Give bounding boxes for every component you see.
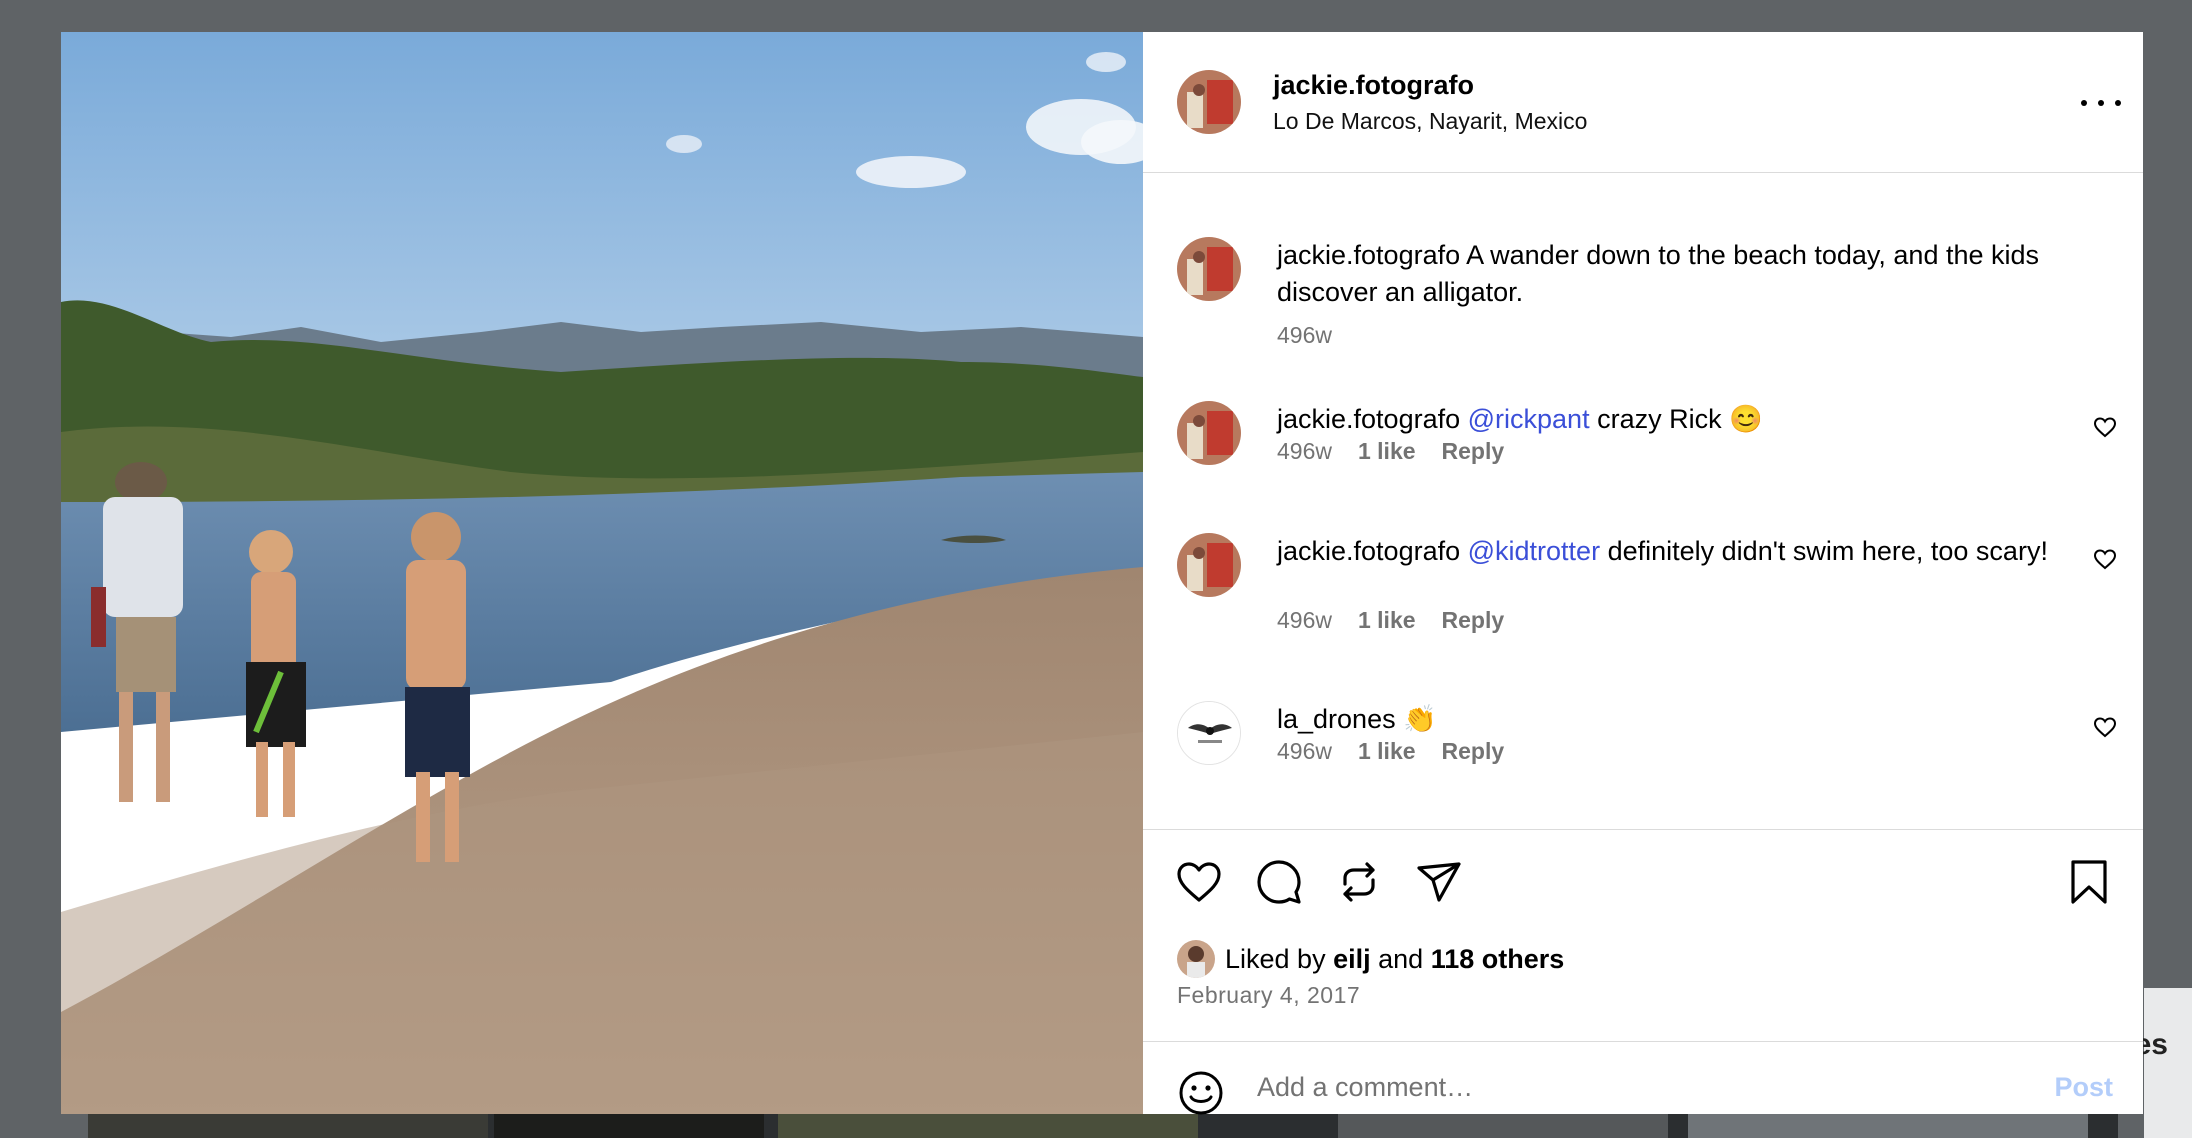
comment-text: definitely didn't swim here, too scary! bbox=[1607, 536, 2048, 566]
comment-time[interactable]: 496w bbox=[1277, 738, 1332, 765]
comment-username[interactable]: jackie.fotografo bbox=[1277, 404, 1460, 434]
la-drones-avatar[interactable] bbox=[1177, 701, 1241, 765]
send-icon[interactable] bbox=[1415, 858, 1463, 906]
comments-list: jackie.fotografo A wander down to the be… bbox=[1143, 173, 2143, 828]
liker-username[interactable]: eilj bbox=[1333, 944, 1371, 975]
likes-summary: Liked by eilj and 118 others bbox=[1177, 940, 1564, 978]
author-username[interactable]: jackie.fotografo bbox=[1273, 70, 1474, 101]
caption-avatar[interactable] bbox=[1177, 237, 1241, 301]
more-horizontal-icon[interactable] bbox=[2081, 88, 2121, 118]
comment-heart-icon[interactable] bbox=[2093, 547, 2117, 571]
add-comment-bar: Post bbox=[1143, 1041, 2143, 1115]
background-panel bbox=[2144, 988, 2192, 1138]
comment-likes[interactable]: 1 like bbox=[1358, 738, 1416, 765]
comment-time[interactable]: 496w bbox=[1277, 438, 1332, 465]
reply-button[interactable]: Reply bbox=[1442, 738, 1505, 765]
post-header: jackie.fotografo Lo De Marcos, Nayarit, … bbox=[1143, 32, 2143, 173]
comment-text: 👏 bbox=[1403, 704, 1437, 734]
post-photo bbox=[61, 32, 1143, 1114]
comment-username[interactable]: jackie.fotografo bbox=[1277, 536, 1460, 566]
likes-prefix: Liked by bbox=[1225, 943, 1326, 974]
post-button[interactable]: Post bbox=[2054, 1072, 2113, 1103]
post-location[interactable]: Lo De Marcos, Nayarit, Mexico bbox=[1273, 108, 1587, 135]
comment-text: crazy Rick 😊 bbox=[1597, 404, 1763, 434]
likes-and: and bbox=[1378, 943, 1424, 974]
repost-icon[interactable] bbox=[1335, 858, 1383, 906]
liker-avatar[interactable] bbox=[1177, 940, 1215, 978]
reply-button[interactable]: Reply bbox=[1442, 607, 1505, 634]
comment-likes[interactable]: 1 like bbox=[1358, 607, 1416, 634]
likes-others[interactable]: 118 others bbox=[1431, 944, 1565, 975]
comment-input[interactable] bbox=[1255, 1064, 1999, 1110]
smiley-icon[interactable] bbox=[1177, 1069, 1225, 1117]
caption-username[interactable]: jackie.fotografo bbox=[1277, 240, 1460, 270]
comment-mention[interactable]: @kidtrotter bbox=[1468, 536, 1600, 566]
post-modal: jackie.fotografo Lo De Marcos, Nayarit, … bbox=[61, 32, 2143, 1115]
comment-mention[interactable]: @rickpant bbox=[1468, 404, 1590, 434]
comment-heart-icon[interactable] bbox=[2093, 715, 2117, 739]
comment-time[interactable]: 496w bbox=[1277, 607, 1332, 634]
reply-button[interactable]: Reply bbox=[1442, 438, 1505, 465]
author-avatar[interactable] bbox=[1177, 70, 1241, 134]
caption-time[interactable]: 496w bbox=[1277, 322, 1332, 349]
background-grid bbox=[88, 1112, 2118, 1138]
post-date[interactable]: February 4, 2017 bbox=[1177, 982, 1360, 1009]
bookmark-icon[interactable] bbox=[2065, 858, 2113, 906]
heart-icon[interactable] bbox=[1175, 858, 1223, 906]
comment-avatar[interactable] bbox=[1177, 401, 1241, 465]
comment-heart-icon[interactable] bbox=[2093, 415, 2117, 439]
comment-username[interactable]: la_drones bbox=[1277, 704, 1396, 734]
comment-avatar[interactable] bbox=[1177, 533, 1241, 597]
comment-likes[interactable]: 1 like bbox=[1358, 438, 1416, 465]
post-details-panel: jackie.fotografo Lo De Marcos, Nayarit, … bbox=[1143, 32, 2143, 1115]
comment-icon[interactable] bbox=[1255, 858, 1303, 906]
action-bar: Liked by eilj and 118 others February 4,… bbox=[1143, 829, 2143, 1042]
